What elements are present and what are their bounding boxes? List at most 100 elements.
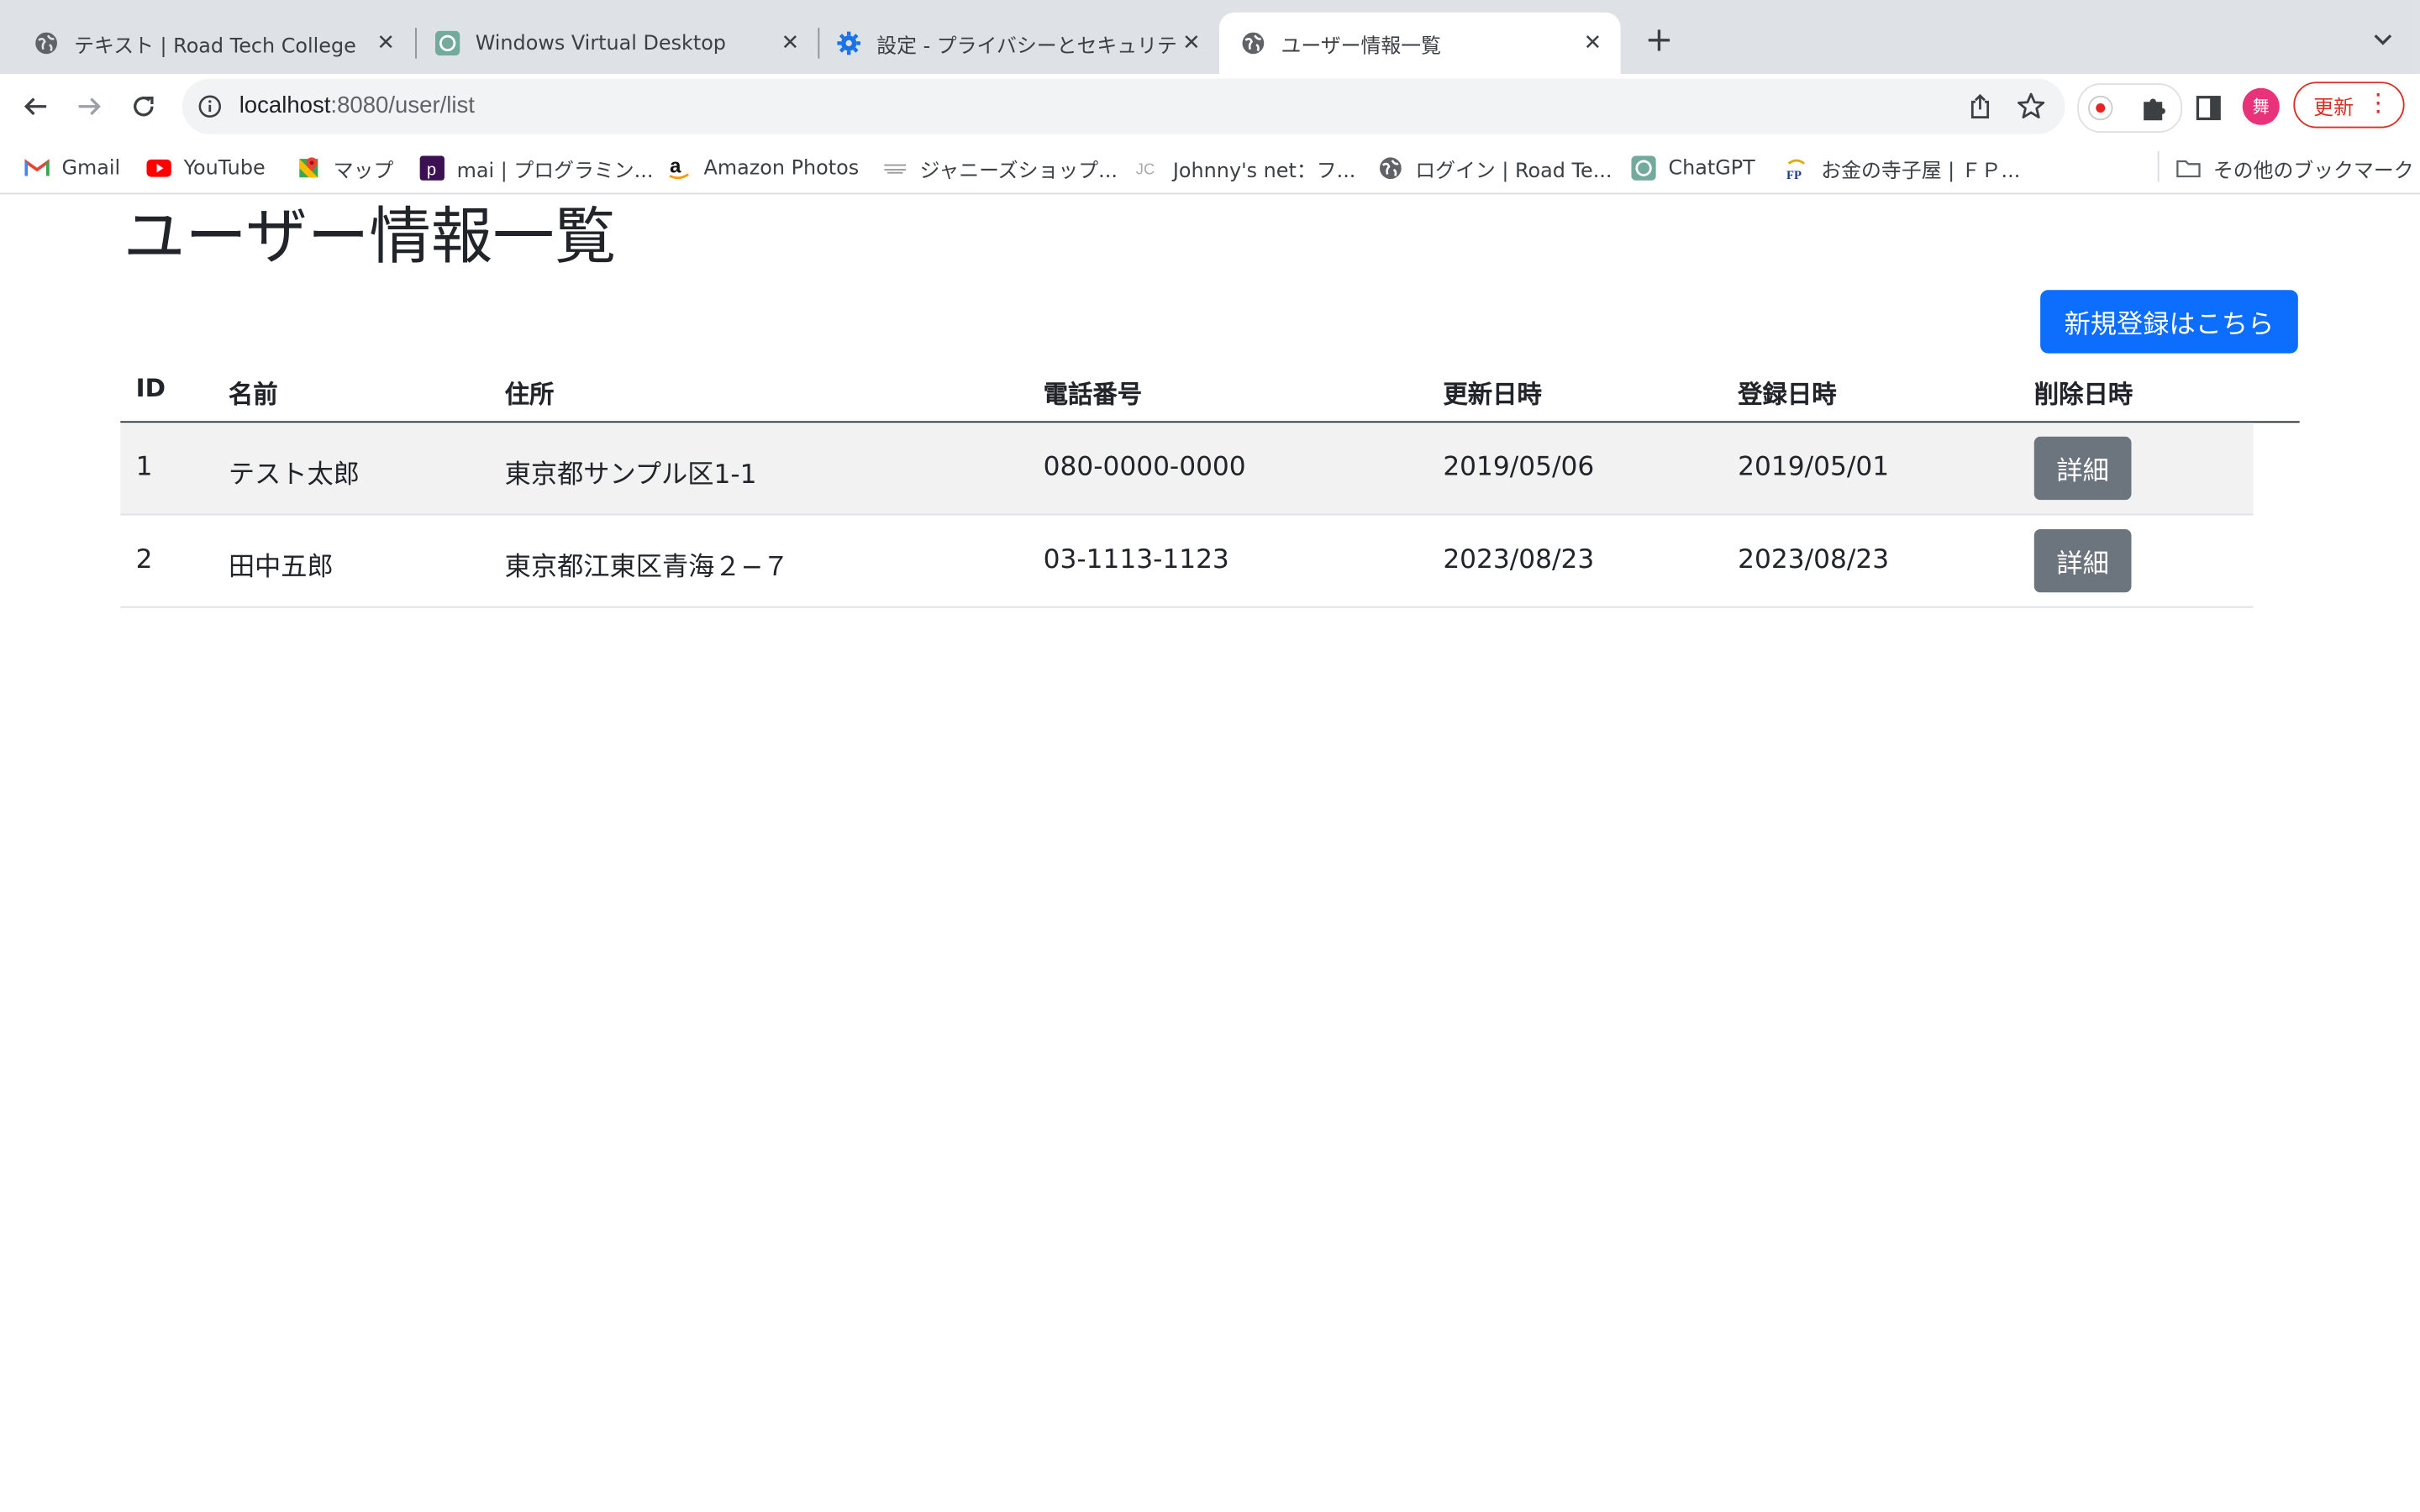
fp-icon: FP — [1784, 156, 1808, 181]
bookmark-label: その他のブックマーク — [2212, 160, 2414, 183]
bookmark-label: Gmail — [61, 156, 121, 180]
bookmark-johnnys-shop[interactable]: ジャニーズショップ... — [883, 155, 1118, 183]
bookmark-youtube[interactable]: YouTube — [146, 155, 266, 182]
cell-registered: 2019/05/01 — [1738, 452, 1890, 483]
cell-id: 1 — [135, 452, 153, 483]
column-header-phone: 電話番号 — [1043, 379, 1143, 409]
back-button[interactable] — [15, 87, 55, 127]
bookmark-separator — [2157, 150, 2160, 182]
bookmark-maps[interactable]: マップ — [297, 155, 394, 183]
folder-icon — [2176, 156, 2201, 181]
cell-updated: 2019/05/06 — [1443, 452, 1595, 483]
svg-text:JC: JC — [1136, 160, 1155, 178]
tab-user-list[interactable]: ユーザー情報一覧 ✕ — [1218, 12, 1621, 75]
bookmark-login-road-tech[interactable]: ログイン | Road Te... — [1378, 155, 1612, 183]
bookmark-fp[interactable]: FP お金の寺子屋 | ＦＰ... — [1784, 155, 2021, 183]
cell-name: テスト太郎 — [228, 459, 360, 491]
amazon-icon: a — [666, 156, 691, 181]
tab-title: テキスト | Road Tech College — [74, 34, 356, 58]
tab-title: 設定 - プライバシーとセキュリティ — [876, 34, 1176, 58]
page-content: ユーザー情報一覧 新規登録はこちら ID 名前 住所 電話番号 更新日時 登録日… — [0, 194, 2420, 1512]
column-header-updated: 更新日時 — [1443, 379, 1542, 409]
bookmark-amazon-photos[interactable]: a Amazon Photos — [666, 155, 859, 182]
bookmark-gmail[interactable]: Gmail — [24, 155, 120, 182]
cell-registered: 2023/08/23 — [1738, 544, 1890, 576]
cell-phone: 080-0000-0000 — [1043, 452, 1246, 483]
tab-title: ユーザー情報一覧 — [1281, 34, 1442, 58]
bookmark-label: お金の寺子屋 | ＦＰ... — [1821, 160, 2021, 183]
globe-icon — [34, 31, 58, 55]
address-bar[interactable]: localhost:8080/user/list — [182, 78, 2065, 134]
cell-address: 東京都江東区青海２−７ — [504, 552, 790, 584]
maps-icon — [297, 156, 321, 181]
column-header-address: 住所 — [504, 379, 555, 409]
chatgpt-icon — [434, 30, 460, 56]
more-menu-icon[interactable]: ⋮ — [2366, 90, 2391, 115]
tab-strip: テキスト | Road Tech College ✕ Windows Virtu… — [0, 0, 2420, 75]
bookmark-chatgpt[interactable]: ChatGPT — [1631, 155, 1755, 182]
bookmark-label: mai | プログラミン... — [456, 160, 654, 183]
bookmark-label: ログイン | Road Te... — [1415, 160, 1612, 183]
reload-button[interactable] — [124, 87, 164, 127]
bookmarks-bar: Gmail YouTube マップ p mai | プログラミン... a Am… — [0, 139, 2420, 195]
bookmark-label: Johnny's net：フ... — [1172, 160, 1356, 183]
detail-button[interactable]: 詳細 — [2033, 528, 2132, 593]
bookmark-label: YouTube — [183, 156, 266, 180]
tab-search-chevron-icon[interactable] — [2367, 24, 2398, 55]
new-registration-button[interactable]: 新規登録はこちら — [2040, 290, 2298, 354]
table-row: 1 テスト太郎 東京都サンプル区1-1 080-0000-0000 2019/0… — [120, 423, 2254, 516]
cell-address: 東京都サンプル区1-1 — [504, 459, 757, 491]
jc-icon: JC — [1136, 156, 1160, 181]
bookmark-johnnys-net[interactable]: JC Johnny's net：フ... — [1136, 155, 1356, 183]
cell-id: 2 — [135, 544, 153, 576]
update-label: 更新 — [2313, 96, 2354, 120]
side-panel-icon[interactable] — [2193, 92, 2224, 123]
column-header-id: ID — [135, 373, 166, 403]
forward-button[interactable] — [70, 87, 110, 127]
bookmark-label: マップ — [333, 160, 394, 183]
close-icon[interactable]: ✕ — [1577, 31, 1608, 55]
svg-text:FP: FP — [1786, 169, 1802, 181]
gear-icon — [836, 31, 860, 55]
globe-icon — [1241, 31, 1265, 55]
share-icon[interactable] — [1966, 92, 1994, 120]
cell-name: 田中五郎 — [228, 552, 334, 584]
p-icon: p — [419, 155, 445, 181]
bookmark-mai[interactable]: p mai | プログラミン... — [419, 155, 654, 183]
close-icon[interactable]: ✕ — [1176, 31, 1207, 55]
extensions-puzzle-icon[interactable] — [2139, 92, 2170, 123]
record-extension-icon[interactable] — [2088, 95, 2113, 121]
tab-road-tech[interactable]: テキスト | Road Tech College ✕ — [0, 13, 413, 74]
cell-phone: 03-1113-1123 — [1043, 544, 1229, 576]
update-button[interactable]: 更新 ⋮ — [2293, 81, 2405, 129]
table-row: 2 田中五郎 東京都江東区青海２−７ 03-1113-1123 2023/08/… — [120, 515, 2254, 608]
bookmark-label: ChatGPT — [1668, 156, 1755, 180]
browser-toolbar: localhost:8080/user/list — [0, 74, 2420, 139]
profile-avatar[interactable]: 舞 — [2242, 87, 2280, 125]
cell-updated: 2023/08/23 — [1443, 544, 1595, 576]
tab-settings[interactable]: 設定 - プライバシーとセキュリティ ✕ — [802, 13, 1219, 74]
close-icon[interactable]: ✕ — [371, 31, 402, 55]
tab-windows-virtual-desktop[interactable]: Windows Virtual Desktop ✕ — [402, 13, 818, 74]
globe-icon — [1378, 156, 1402, 181]
bookmark-star-icon[interactable] — [2016, 91, 2047, 122]
youtube-icon — [146, 156, 171, 181]
bookmark-label: Amazon Photos — [703, 156, 860, 180]
site-info-icon[interactable] — [197, 94, 222, 118]
svg-text:a: a — [670, 156, 681, 178]
page-title: ユーザー情報一覧 — [123, 202, 617, 274]
column-header-deleted: 削除日時 — [2033, 379, 2133, 409]
shop-icon — [883, 156, 908, 181]
detail-button[interactable]: 詳細 — [2033, 436, 2132, 501]
gmail-icon — [24, 156, 50, 181]
column-header-registered: 登録日時 — [1738, 379, 1837, 409]
other-bookmarks-folder[interactable]: その他のブックマーク — [2176, 155, 2414, 183]
chatgpt-icon — [1631, 155, 1656, 181]
column-header-name: 名前 — [228, 379, 278, 409]
svg-text:p: p — [427, 160, 436, 179]
bookmark-label: ジャニーズショップ... — [919, 160, 1118, 183]
new-tab-button[interactable]: + — [1642, 22, 1676, 62]
close-icon[interactable]: ✕ — [775, 31, 806, 55]
url-text: localhost:8080/user/list — [239, 92, 475, 119]
table-header: ID 名前 住所 電話番号 更新日時 登録日時 削除日時 — [120, 354, 2300, 423]
